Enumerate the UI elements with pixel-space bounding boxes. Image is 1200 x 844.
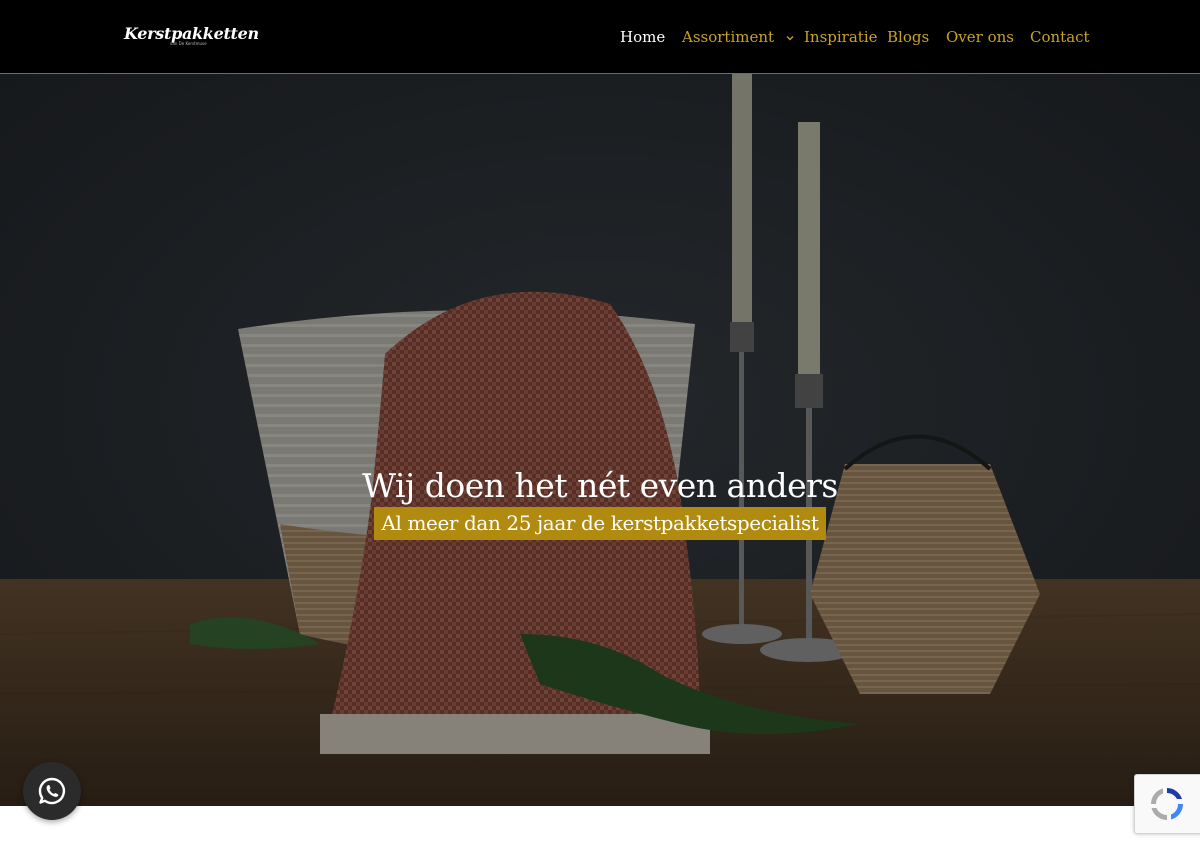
chevron-down-icon (786, 36, 794, 41)
nav-over-ons[interactable]: Over ons (946, 27, 1014, 47)
nav-home[interactable]: Home (620, 27, 665, 47)
whatsapp-icon (38, 777, 66, 805)
recaptcha-icon (1151, 788, 1183, 820)
nav-inspiratie[interactable]: Inspiratie (804, 27, 878, 47)
nav-assortiment[interactable]: Assortiment (682, 27, 795, 47)
hero-subheading: Al meer dan 25 jaar de kerstpakketspecia… (374, 507, 826, 540)
main-menu: Home Assortiment Inspiratie Blogs Over o… (0, 0, 1200, 74)
nav-contact[interactable]: Contact (1030, 27, 1090, 47)
hero-subheading-wrap: Al meer dan 25 jaar de kerstpakketspecia… (0, 507, 1200, 540)
whatsapp-button[interactable] (23, 762, 81, 820)
top-navigation-bar: Kerstpakketten van De Kerstmuse Home Ass… (0, 0, 1200, 74)
recaptcha-badge[interactable] (1134, 774, 1200, 834)
hero-heading: Wij doen het nét even anders (362, 466, 838, 505)
nav-assortiment-label: Assortiment (682, 28, 775, 46)
nav-blogs[interactable]: Blogs (887, 27, 929, 47)
hero-background-image (0, 74, 1200, 806)
hero-banner: Wij doen het nét even anders Al meer dan… (0, 74, 1200, 806)
